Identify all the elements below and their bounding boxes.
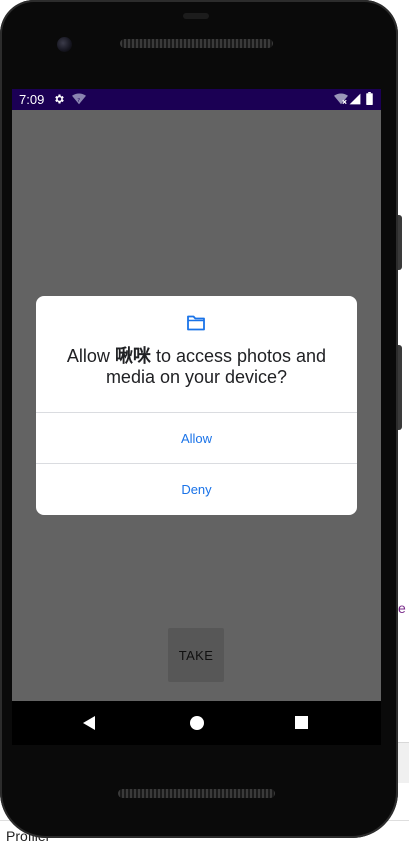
cell-signal-icon bbox=[349, 93, 361, 105]
app-name: 啾咪 bbox=[114, 346, 151, 366]
background-partial-text: e bbox=[398, 600, 406, 616]
status-time: 7:09 bbox=[19, 92, 45, 107]
dialog-message: Allow 啾咪 to access photos and media on y… bbox=[48, 346, 345, 388]
svg-text:?: ? bbox=[77, 98, 80, 104]
top-speaker-grille bbox=[120, 39, 273, 48]
page: Profiler e 7:09 ? TAKE Allow 啾咪 to acces… bbox=[0, 0, 409, 844]
back-icon[interactable] bbox=[80, 713, 100, 733]
wifi-off-icon bbox=[334, 93, 348, 105]
bottom-speaker-grille bbox=[118, 789, 275, 798]
background-panel bbox=[398, 743, 409, 783]
allow-button[interactable]: Allow bbox=[36, 413, 357, 463]
earpiece bbox=[183, 13, 209, 19]
folder-icon bbox=[186, 314, 206, 332]
home-icon[interactable] bbox=[187, 713, 207, 733]
permission-dialog: Allow 啾咪 to access photos and media on y… bbox=[36, 296, 357, 515]
navigation-bar bbox=[12, 701, 381, 745]
wifi-icon: ? bbox=[72, 93, 86, 105]
settings-icon bbox=[53, 93, 65, 105]
deny-button[interactable]: Deny bbox=[36, 464, 357, 514]
phone-frame: 7:09 ? TAKE Allow 啾咪 to access photos an… bbox=[0, 0, 398, 838]
front-camera bbox=[57, 37, 72, 52]
status-bar: 7:09 ? bbox=[12, 89, 381, 110]
message-prefix: Allow bbox=[66, 346, 115, 366]
device-screen: 7:09 ? TAKE Allow 啾咪 to access photos an… bbox=[12, 89, 381, 701]
take-button[interactable]: TAKE bbox=[168, 628, 224, 682]
battery-icon bbox=[366, 92, 373, 105]
recents-icon[interactable] bbox=[292, 713, 312, 733]
